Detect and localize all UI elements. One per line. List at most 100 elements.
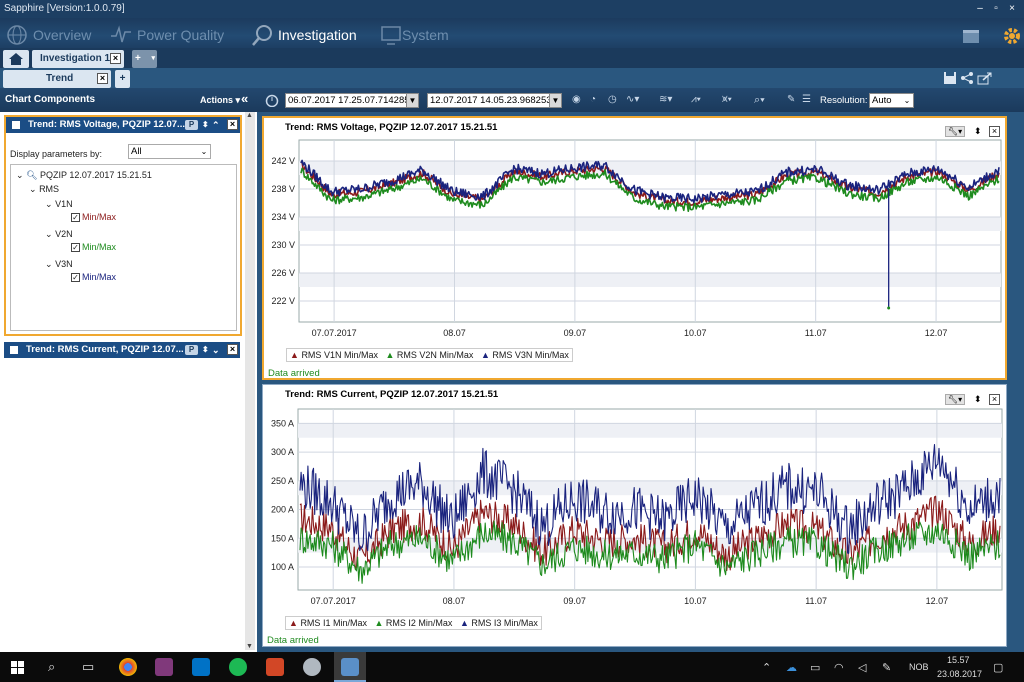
harmonics-tool-icon[interactable]: ⩙▾ — [722, 94, 732, 105]
resolution-select[interactable]: Auto ⌄ — [869, 93, 914, 108]
share-icon[interactable] — [960, 71, 974, 85]
tree-item-v1n-minmax[interactable]: ✓ Min/Max — [71, 212, 116, 223]
clock-icon[interactable]: ◷ — [608, 94, 617, 105]
close-panel-icon[interactable]: × — [227, 344, 238, 355]
legend-item[interactable]: RMS I1 Min/Max — [300, 618, 367, 628]
tab-investigation-1[interactable]: Investigation 1 × — [32, 50, 124, 68]
reorder-icon[interactable]: ⬍ — [974, 394, 982, 405]
close-tab-icon[interactable]: × — [110, 53, 121, 64]
minimize-icon[interactable]: – — [974, 0, 986, 18]
outlook-icon[interactable] — [192, 658, 210, 676]
nav-power-quality[interactable]: Power Quality — [137, 27, 224, 43]
current-chart-svg[interactable]: 350 A 300 A 250 A 200 A 150 A 100 A 07.07.2017… — [263, 405, 1006, 610]
chevron-down-icon[interactable]: ⌄ — [901, 94, 913, 107]
add-investigation-button[interactable]: + ▾ — [132, 50, 157, 68]
panel-toggle-icon[interactable] — [12, 121, 20, 129]
collapse-pane-icon[interactable]: « — [241, 87, 248, 111]
legend-item[interactable]: RMS V3N Min/Max — [492, 350, 569, 360]
reorder-icon[interactable]: ⬍ — [202, 342, 209, 358]
legend-item[interactable]: RMS V2N Min/Max — [397, 350, 474, 360]
panel-toggle-icon[interactable] — [10, 346, 18, 354]
signal-tool-icon[interactable]: ≋▾ — [659, 94, 672, 105]
voltage-chart-svg[interactable]: 242 V 238 V 234 V 230 V 226 V 222 V 07.07.2017… — [264, 136, 1005, 342]
save-icon[interactable] — [943, 71, 957, 85]
actions-menu[interactable]: Actions ▾ — [200, 88, 240, 112]
expand-down-icon[interactable]: ⌄ — [212, 342, 220, 358]
checkbox-checked-icon[interactable]: ✓ — [71, 243, 80, 253]
clock-date[interactable]: 23.08.2017 — [937, 669, 982, 679]
left-pane-scrollbar[interactable]: ▲ ▼ — [245, 112, 255, 650]
checkbox-checked-icon[interactable]: ✓ — [71, 213, 80, 223]
volume-icon[interactable]: ◁ — [858, 661, 866, 674]
chevron-down-icon[interactable]: ▼ — [406, 94, 418, 107]
windows-start-icon[interactable] — [11, 661, 24, 674]
chevron-up-icon[interactable]: ⌃ — [762, 661, 771, 674]
maximize-icon[interactable]: ▫ — [990, 0, 1002, 18]
tree-item-v3n-minmax[interactable]: ✓ Min/Max — [71, 272, 116, 283]
nav-system[interactable]: System — [402, 27, 449, 43]
add-view-button[interactable]: + — [115, 70, 130, 88]
tab-trend[interactable]: Trend × — [3, 70, 111, 88]
expand-icon[interactable]: ⌄ — [45, 199, 53, 209]
list-icon[interactable]: ☰ — [802, 94, 811, 105]
tree-channel-v1n[interactable]: ⌄ V1N — [45, 199, 73, 210]
zoom-icon[interactable]: ⌕▾ — [754, 94, 765, 107]
expand-icon[interactable]: ⌄ — [45, 229, 53, 239]
start-time-field[interactable]: 06.07.2017 17.25.07.714285 ▼ — [285, 93, 419, 108]
spotify-icon[interactable] — [229, 658, 247, 676]
legend-item[interactable]: RMS I2 Min/Max — [386, 618, 453, 628]
close-trend-icon[interactable]: × — [97, 73, 108, 84]
play-icon[interactable]: ◉ — [572, 94, 581, 105]
close-panel-icon[interactable]: × — [227, 119, 238, 130]
wifi-icon[interactable]: ◠ — [834, 661, 844, 674]
reorder-icon[interactable]: ⬍ — [202, 117, 209, 133]
nav-overview[interactable]: Overview — [33, 27, 91, 43]
home-tab[interactable] — [3, 50, 29, 68]
onenote-icon[interactable] — [155, 658, 173, 676]
close-icon[interactable]: × — [1006, 0, 1018, 18]
notification-icon[interactable]: ▢ — [993, 661, 1003, 674]
chrome-icon[interactable] — [119, 658, 137, 676]
legend-item[interactable]: RMS I3 Min/Max — [471, 618, 538, 628]
tree-root[interactable]: ⌄ 🔍︎ PQZIP 12.07.2017 15.21.51 — [16, 170, 152, 181]
expand-icon[interactable]: ⌄ — [45, 259, 53, 269]
export-icon[interactable] — [977, 71, 993, 85]
chevron-down-icon[interactable]: ▼ — [549, 94, 561, 107]
tree-item-v2n-minmax[interactable]: ✓ Min/Max — [71, 242, 116, 253]
powerpoint-icon[interactable] — [266, 658, 284, 676]
wrench-icon[interactable]: ✎ — [787, 94, 795, 105]
nav-investigation[interactable]: Investigation — [278, 27, 357, 43]
close-chart-icon[interactable]: × — [989, 394, 1000, 405]
p-badge[interactable]: P — [185, 345, 198, 355]
battery-icon[interactable]: ▭ — [810, 661, 820, 674]
trend-tool-icon[interactable]: ⩘▾ — [691, 94, 701, 105]
app-icon[interactable] — [303, 658, 321, 676]
scroll-up-icon[interactable]: ▲ — [246, 112, 253, 119]
p-badge[interactable]: P — [185, 120, 198, 130]
pen-icon[interactable]: ✎ — [882, 661, 891, 674]
collapse-up-icon[interactable]: ⌃ — [212, 117, 220, 133]
calendar-icon[interactable] — [962, 28, 980, 44]
legend-item[interactable]: RMS V1N Min/Max — [301, 350, 378, 360]
chart-tool-button[interactable]: 🔧︎▾ — [945, 394, 965, 405]
scroll-down-icon[interactable]: ▼ — [246, 643, 253, 650]
end-time-field[interactable]: 12.07.2017 14.05.23.968253 ▼ — [427, 93, 562, 108]
stopwatch-icon[interactable] — [265, 93, 279, 107]
display-params-select[interactable]: All ⌄ — [128, 144, 211, 159]
timer-icon[interactable]: ◔ — [590, 94, 596, 105]
tree-group[interactable]: ⌄ RMS — [29, 184, 59, 195]
expand-icon[interactable]: ⌄ — [29, 184, 37, 194]
tree-channel-v2n[interactable]: ⌄ V2N — [45, 229, 73, 240]
onedrive-icon[interactable]: ☁ — [786, 661, 797, 674]
tab-menu-icon[interactable]: ▾ — [151, 50, 155, 68]
task-view-icon[interactable]: ▭ — [82, 659, 94, 675]
sapphire-taskbar-button[interactable] — [334, 652, 366, 682]
expand-icon[interactable]: ⌄ — [16, 170, 24, 180]
search-icon[interactable]: ⌕ — [48, 659, 55, 675]
language-indicator[interactable]: NOB — [909, 662, 929, 672]
gear-icon[interactable] — [1003, 27, 1021, 45]
clock-time[interactable]: 15.57 — [947, 655, 970, 665]
waveform-tool-icon[interactable]: ∿▾ — [626, 94, 639, 105]
tree-channel-v3n[interactable]: ⌄ V3N — [45, 259, 73, 270]
checkbox-checked-icon[interactable]: ✓ — [71, 273, 80, 283]
